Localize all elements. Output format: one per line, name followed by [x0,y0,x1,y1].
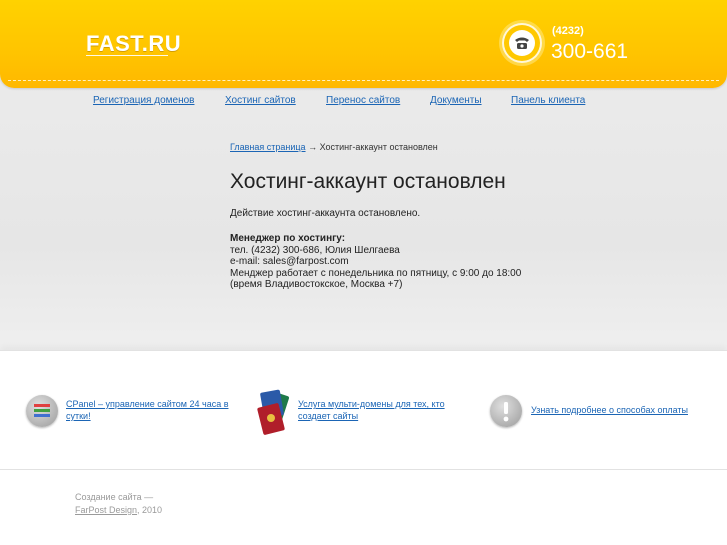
nav-item-hosting[interactable]: Хостинг сайтов [225,95,296,106]
nav-item-client-panel[interactable]: Панель клиента [511,95,585,106]
logo-underline [86,55,168,56]
breadcrumb: Главная страница → Хостинг-аккаунт остан… [230,142,670,152]
promo-cpanel-link[interactable]: CPanel – управление сайтом 24 часа в сут… [66,398,228,422]
footer: Создание сайта — FarPost Design, 2010 [75,491,162,517]
manager-hours: Менджер работает с понедельника по пятни… [230,267,522,279]
promo-payment-link[interactable]: Узнать подробнее о способах оплаты [531,404,688,416]
manager-email: e-mail: sales@farpost.com [230,256,349,267]
multi-domain-icon[interactable] [252,389,294,439]
breadcrumb-home-link[interactable]: Главная страница [230,142,306,152]
breadcrumb-separator: → [308,142,318,152]
phone-code: (4232) [552,25,584,37]
info-icon[interactable] [490,395,522,427]
nav-item-domain-registration[interactable]: Регистрация доменов [93,95,194,106]
manager-contacts: Менеджер по хостингу: тел. (4232) 300-68… [230,233,670,291]
phone-number: 300-661 [551,40,629,63]
status-message: Действие хостинг-аккаунта остановлено. [230,208,421,219]
cpanel-icon[interactable] [26,395,58,427]
nav-item-site-transfer[interactable]: Перенос сайтов [326,95,400,106]
breadcrumb-current: Хостинг-аккаунт остановлен [319,142,438,152]
promo-multi-domain-link[interactable]: Услуга мульти-домены для тех, кто создае… [298,398,445,422]
manager-phone: тел. (4232) 300-686, Юлия Шелгаева [230,244,400,256]
footer-year: , 2010 [137,505,163,515]
phone-badge [502,23,542,63]
manager-title: Менеджер по хостингу: [230,233,346,244]
phone-icon [515,37,529,49]
site-logo[interactable]: FAST.RU [86,31,181,57]
main-content: Главная страница → Хостинг-аккаунт остан… [230,142,670,291]
promo-band: CPanel – управление сайтом 24 часа в сут… [0,350,727,470]
header-dashed-line [8,80,719,81]
page-title: Хостинг-аккаунт остановлен [230,170,506,193]
main-nav: Регистрация доменов Хостинг сайтов Перен… [0,95,727,109]
footer-credit: Создание сайта — [75,492,154,502]
nav-item-documents[interactable]: Документы [430,95,482,106]
footer-farpost-link[interactable]: FarPost Design [75,505,137,515]
manager-timezone: (время Владивостокское, Москва +7) [230,279,403,290]
